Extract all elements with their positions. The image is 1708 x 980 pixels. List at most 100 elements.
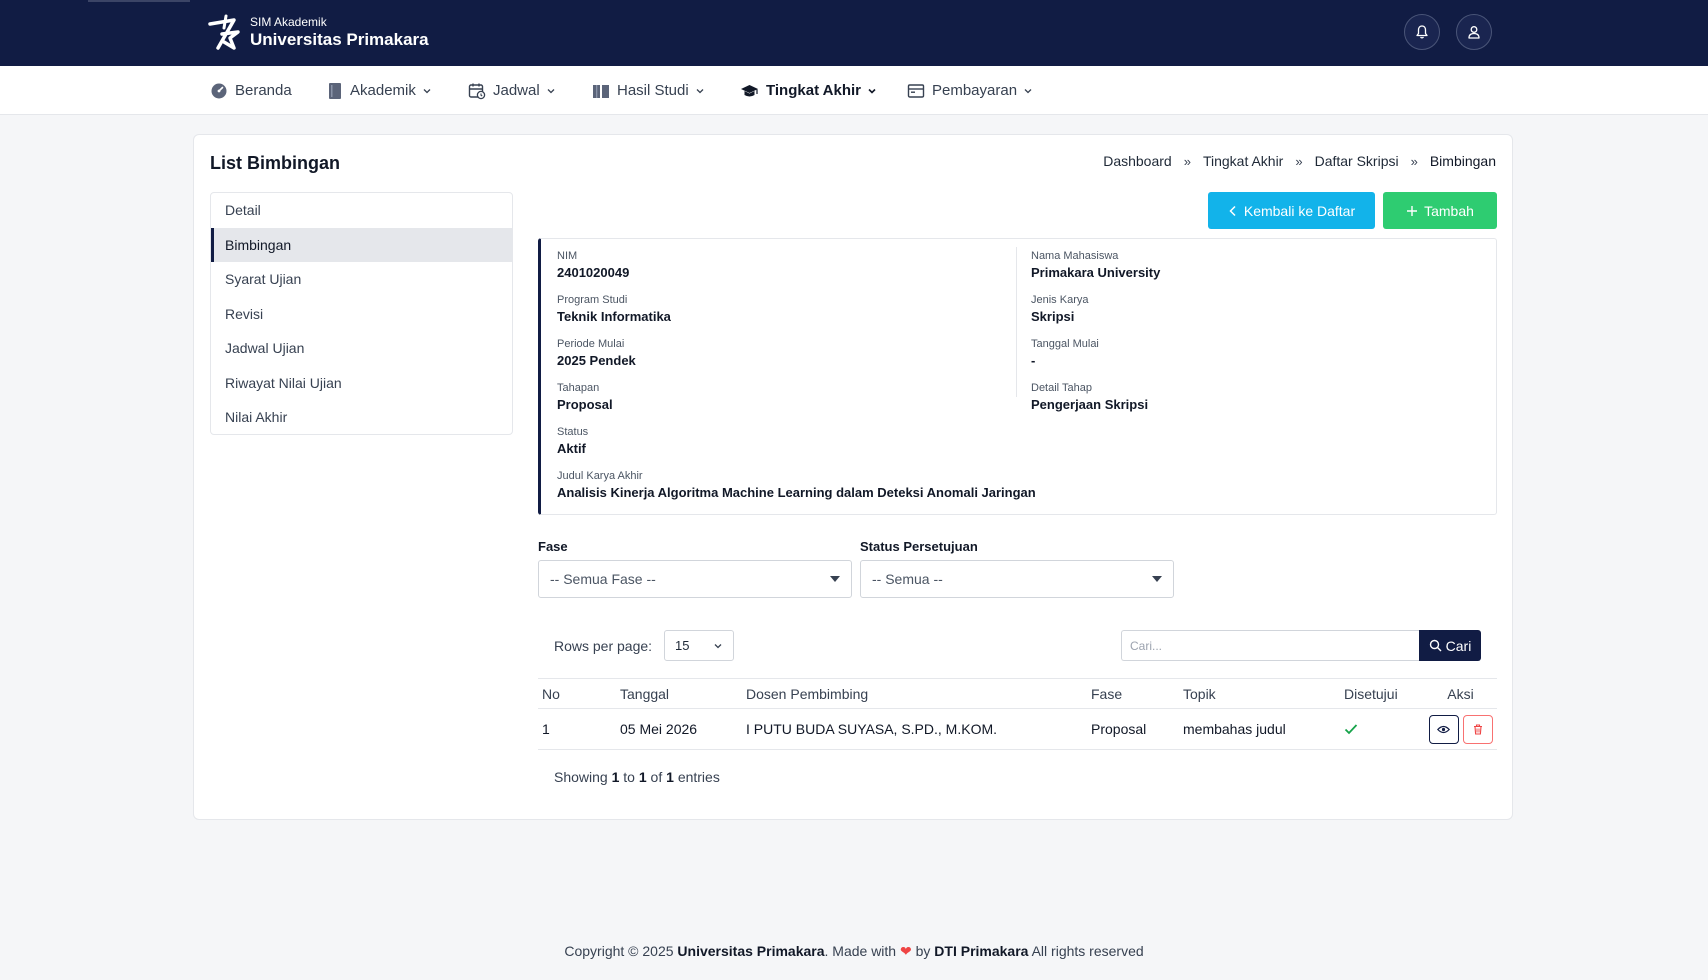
calendar-clock-icon [468, 83, 486, 99]
showing-to: 1 [638, 769, 647, 785]
nav-label: Pembayaran [932, 82, 1018, 99]
chevron-down-icon [547, 88, 555, 93]
nav-label: Beranda [235, 82, 292, 99]
header-topik: Topik [1183, 685, 1216, 702]
side-item-revisi[interactable]: Revisi [211, 297, 512, 332]
side-menu: Detail Bimbingan Syarat Ujian Revisi Jad… [210, 192, 513, 435]
footer-org: Universitas Primakara [677, 943, 825, 959]
column-divider [1016, 247, 1017, 397]
rows-per-page-value: 15 [675, 638, 690, 653]
cell-aksi [1424, 709, 1497, 749]
field-label: Tahapan [557, 382, 600, 394]
nav-label: Akademik [350, 82, 416, 99]
side-item-nilai-akhir[interactable]: Nilai Akhir [211, 400, 512, 435]
search-input[interactable] [1121, 630, 1419, 661]
chevron-down-icon [714, 643, 722, 648]
field-tahapan: Tahapan Proposal [557, 381, 613, 414]
header-aksi: Aksi [1447, 685, 1474, 702]
dashboard-gauge-icon [211, 83, 227, 98]
field-periode-mulai: Periode Mulai 2025 Pendek [557, 337, 636, 370]
field-label: NIM [557, 250, 578, 262]
showing-to-word: to [623, 769, 635, 785]
rows-per-page-select[interactable]: 15 [664, 630, 734, 661]
breadcrumb-bimbingan: Bimbingan [1429, 153, 1496, 169]
showing-prefix: Showing [554, 769, 608, 785]
nav-akademik[interactable]: Akademik [327, 66, 432, 115]
heart-icon: ❤ [899, 943, 912, 959]
side-item-riwayat-nilai-ujian[interactable]: Riwayat Nilai Ujian [211, 366, 512, 401]
field-label: Jenis Karya [1031, 294, 1089, 306]
chevron-down-icon [423, 88, 431, 93]
cell-no: 1 [542, 721, 550, 737]
nav-label: Tingkat Akhir [766, 82, 862, 99]
back-to-list-button[interactable]: Kembali ke Daftar [1208, 192, 1375, 229]
cell-dosen: I PUTU BUDA SUYASA, S.PD., M.KOM. [746, 721, 998, 737]
fase-select[interactable]: -- Semua Fase -- [538, 560, 852, 598]
breadcrumb-dashboard[interactable]: Dashboard [1103, 153, 1172, 169]
cell-tanggal: 05 Mei 2026 [620, 721, 698, 737]
field-value: Teknik Informatika [557, 309, 671, 324]
notification-button[interactable] [1404, 14, 1440, 50]
back-button-label: Kembali ke Daftar [1243, 202, 1356, 219]
side-item-detail[interactable]: Detail [211, 193, 512, 228]
field-value: Primakara University [1031, 265, 1161, 280]
student-info-box: NIM 2401020049 Nama Mahasiswa Primakara … [538, 238, 1497, 515]
book-icon [329, 82, 341, 99]
rows-per-page-label: Rows per page: [554, 638, 653, 654]
field-value: 2401020049 [557, 265, 630, 280]
add-button[interactable]: Tambah [1383, 192, 1497, 229]
footer: Copyright © 2025 Universitas Primakara. … [0, 943, 1708, 960]
cell-topik: membahas judul [1183, 721, 1286, 737]
breadcrumb-tingkat-akhir[interactable]: Tingkat Akhir [1203, 153, 1283, 169]
pagination-info: Showing 1 to 1 of 1 entries [554, 769, 720, 785]
status-persetujuan-select[interactable]: -- Semua -- [860, 560, 1174, 598]
header-disetujui: Disetujui [1344, 685, 1398, 702]
showing-total: 1 [666, 769, 674, 785]
user-icon [1468, 26, 1480, 39]
field-nim: NIM 2401020049 [557, 249, 629, 282]
field-label: Detail Tahap [1031, 382, 1092, 394]
field-value: Skripsi [1031, 309, 1075, 324]
footer-rights: All rights reserved [1031, 943, 1144, 959]
field-program-studi: Program Studi Teknik Informatika [557, 293, 671, 326]
showing-of-word: of [650, 769, 663, 785]
bimbingan-table: No Tanggal Dosen Pembimbing Fase Topik D… [538, 678, 1497, 750]
header-dosen-pembimbing: Dosen Pembimbing [746, 685, 869, 702]
field-judul-karya-akhir: Judul Karya Akhir Analisis Kinerja Algor… [557, 469, 1036, 502]
bell-icon [1416, 25, 1428, 39]
nav-beranda[interactable]: Beranda [210, 66, 292, 115]
nav-hasil-studi[interactable]: Hasil Studi [592, 66, 705, 115]
field-label: Nama Mahasiswa [1031, 250, 1119, 262]
eye-icon [1437, 725, 1450, 733]
field-label: Judul Karya Akhir [557, 470, 643, 482]
breadcrumb-daftar-skripsi[interactable]: Daftar Skripsi [1315, 153, 1399, 169]
footer-made-with: . Made with [824, 943, 897, 959]
search-button[interactable]: Cari [1419, 630, 1481, 661]
main-nav: Beranda Akademik Jadwal Hasil Studi Ting… [0, 66, 1708, 115]
field-label: Tanggal Mulai [1031, 338, 1099, 350]
side-item-syarat-ujian[interactable]: Syarat Ujian [211, 262, 512, 297]
view-button[interactable] [1428, 714, 1459, 744]
chevron-down-icon [868, 88, 876, 94]
breadcrumb-separator: » [1183, 153, 1191, 169]
header-no: No [542, 685, 560, 702]
nav-tingkat-akhir[interactable]: Tingkat Akhir [740, 66, 877, 115]
field-label: Status [557, 426, 589, 438]
nav-pembayaran[interactable]: Pembayaran [907, 66, 1033, 115]
header-accent-line [88, 0, 190, 2]
graduation-cap-icon [741, 84, 758, 96]
side-item-jadwal-ujian[interactable]: Jadwal Ujian [211, 331, 512, 366]
footer-team: DTI Primakara [934, 943, 1029, 959]
status-filter-label: Status Persetujuan [860, 539, 978, 554]
field-value: 2025 Pendek [557, 353, 636, 368]
field-value: Analisis Kinerja Algoritma Machine Learn… [557, 485, 1036, 500]
nav-jadwal[interactable]: Jadwal [468, 66, 556, 115]
side-item-bimbingan[interactable]: Bimbingan [211, 227, 512, 262]
profile-button[interactable] [1456, 14, 1492, 50]
header-tanggal: Tanggal [620, 685, 670, 702]
caret-down-icon [830, 576, 840, 582]
nav-label: Hasil Studi [617, 82, 689, 99]
brand[interactable]: SIM Akademik Universitas Primakara [204, 12, 429, 54]
search-button-label: Cari [1445, 637, 1472, 654]
delete-button[interactable] [1462, 714, 1493, 744]
